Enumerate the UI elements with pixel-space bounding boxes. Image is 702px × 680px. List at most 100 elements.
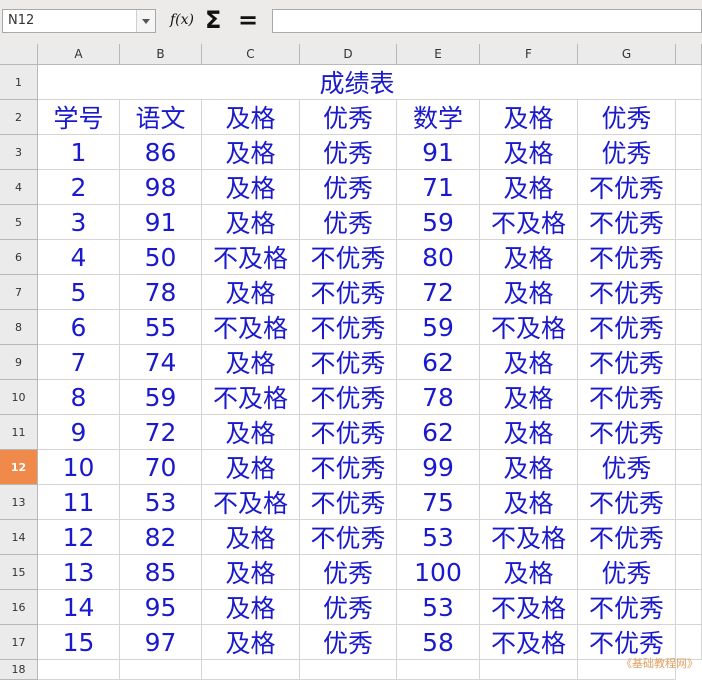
table-cell[interactable]: 不优秀	[578, 170, 676, 205]
row-header-17[interactable]: 17	[0, 625, 38, 660]
table-cell[interactable]: 不及格	[202, 380, 300, 415]
table-cell[interactable]: 不优秀	[578, 275, 676, 310]
empty-cell[interactable]	[480, 660, 578, 680]
row-header-16[interactable]: 16	[0, 590, 38, 625]
header-cell-a[interactable]: 学号	[38, 100, 120, 135]
header-cell-d[interactable]: 优秀	[300, 100, 397, 135]
table-cell[interactable]: 及格	[480, 380, 578, 415]
row-header-18[interactable]: 18	[0, 660, 38, 680]
header-cell-g[interactable]: 优秀	[578, 100, 676, 135]
table-cell[interactable]: 优秀	[300, 590, 397, 625]
table-cell[interactable]: 不及格	[202, 310, 300, 345]
table-cell[interactable]: 不及格	[480, 520, 578, 555]
table-cell[interactable]: 不优秀	[300, 485, 397, 520]
table-cell[interactable]: 1	[38, 135, 120, 170]
table-cell[interactable]: 12	[38, 520, 120, 555]
table-cell[interactable]: 62	[397, 345, 480, 380]
table-cell[interactable]: 不优秀	[300, 520, 397, 555]
table-cell[interactable]: 及格	[480, 135, 578, 170]
table-cell[interactable]: 优秀	[300, 625, 397, 660]
row-header-12[interactable]: 12	[0, 450, 38, 485]
table-cell[interactable]: 及格	[202, 450, 300, 485]
table-cell[interactable]: 及格	[480, 345, 578, 380]
column-header-c[interactable]: C	[202, 44, 300, 65]
table-cell[interactable]: 58	[397, 625, 480, 660]
formula-input[interactable]	[272, 9, 702, 33]
table-cell[interactable]: 不优秀	[300, 345, 397, 380]
table-cell[interactable]: 及格	[202, 590, 300, 625]
header-cell-b[interactable]: 语文	[120, 100, 202, 135]
table-cell[interactable]: 及格	[480, 275, 578, 310]
table-cell[interactable]: 不及格	[480, 590, 578, 625]
table-cell[interactable]: 及格	[202, 170, 300, 205]
table-cell[interactable]: 91	[397, 135, 480, 170]
sum-icon[interactable]: Σ	[205, 6, 221, 34]
table-cell[interactable]: 不及格	[202, 485, 300, 520]
table-cell[interactable]: 不优秀	[300, 380, 397, 415]
table-cell[interactable]: 97	[120, 625, 202, 660]
table-cell[interactable]: 及格	[480, 485, 578, 520]
table-cell[interactable]: 59	[397, 310, 480, 345]
sheet-title[interactable]: 成绩表	[38, 65, 676, 100]
table-cell[interactable]: 不优秀	[578, 485, 676, 520]
column-header-f[interactable]: F	[480, 44, 578, 65]
row-header-10[interactable]: 10	[0, 380, 38, 415]
table-cell[interactable]: 及格	[480, 450, 578, 485]
header-cell-e[interactable]: 数学	[397, 100, 480, 135]
row-header-5[interactable]: 5	[0, 205, 38, 240]
empty-cell[interactable]	[397, 660, 480, 680]
name-box[interactable]: N12	[2, 9, 156, 33]
table-cell[interactable]: 及格	[480, 415, 578, 450]
table-cell[interactable]: 91	[120, 205, 202, 240]
table-cell[interactable]: 55	[120, 310, 202, 345]
table-cell[interactable]: 不优秀	[300, 415, 397, 450]
table-cell[interactable]: 优秀	[578, 135, 676, 170]
equals-icon[interactable]: =	[238, 6, 258, 34]
table-cell[interactable]: 及格	[202, 275, 300, 310]
table-cell[interactable]: 及格	[202, 415, 300, 450]
table-cell[interactable]: 及格	[202, 345, 300, 380]
row-header-1[interactable]: 1	[0, 65, 38, 100]
table-cell[interactable]: 及格	[202, 555, 300, 590]
table-cell[interactable]: 8	[38, 380, 120, 415]
table-cell[interactable]: 13	[38, 555, 120, 590]
table-cell[interactable]: 15	[38, 625, 120, 660]
table-cell[interactable]: 72	[120, 415, 202, 450]
row-header-15[interactable]: 15	[0, 555, 38, 590]
column-header-e[interactable]: E	[397, 44, 480, 65]
table-cell[interactable]: 不优秀	[578, 415, 676, 450]
table-cell[interactable]: 及格	[202, 625, 300, 660]
table-cell[interactable]: 不及格	[480, 625, 578, 660]
table-cell[interactable]: 80	[397, 240, 480, 275]
chevron-down-icon[interactable]	[136, 10, 155, 32]
table-cell[interactable]: 不优秀	[578, 380, 676, 415]
table-cell[interactable]: 不优秀	[578, 345, 676, 380]
table-cell[interactable]: 6	[38, 310, 120, 345]
table-cell[interactable]: 50	[120, 240, 202, 275]
function-wizard-icon[interactable]: f(x)	[170, 12, 194, 28]
table-cell[interactable]: 53	[120, 485, 202, 520]
table-cell[interactable]: 优秀	[578, 450, 676, 485]
table-cell[interactable]: 不优秀	[578, 205, 676, 240]
column-header-a[interactable]: A	[38, 44, 120, 65]
table-cell[interactable]: 5	[38, 275, 120, 310]
header-cell-f[interactable]: 及格	[480, 100, 578, 135]
column-header-b[interactable]: B	[120, 44, 202, 65]
table-cell[interactable]: 59	[397, 205, 480, 240]
table-cell[interactable]: 78	[120, 275, 202, 310]
table-cell[interactable]: 及格	[480, 240, 578, 275]
table-cell[interactable]: 59	[120, 380, 202, 415]
row-header-2[interactable]: 2	[0, 100, 38, 135]
table-cell[interactable]: 85	[120, 555, 202, 590]
table-cell[interactable]: 100	[397, 555, 480, 590]
table-cell[interactable]: 及格	[480, 555, 578, 590]
empty-cell[interactable]	[120, 660, 202, 680]
table-cell[interactable]: 及格	[202, 520, 300, 555]
column-header-g[interactable]: G	[578, 44, 676, 65]
table-cell[interactable]: 不优秀	[578, 590, 676, 625]
empty-cell[interactable]	[202, 660, 300, 680]
row-header-4[interactable]: 4	[0, 170, 38, 205]
table-cell[interactable]: 62	[397, 415, 480, 450]
table-cell[interactable]: 14	[38, 590, 120, 625]
table-cell[interactable]: 不优秀	[300, 450, 397, 485]
